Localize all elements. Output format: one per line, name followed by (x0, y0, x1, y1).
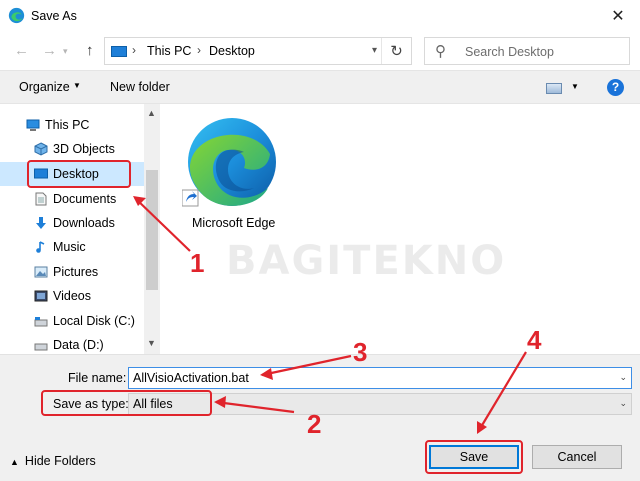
nav-item-data-d[interactable]: Data (D:) (0, 333, 145, 354)
new-folder-button[interactable]: New folder (110, 80, 170, 94)
nav-label: Videos (53, 289, 91, 303)
address-row: ← → ▾ ↑ › This PC › Desktop ▾ ↻ ⚲ Search… (0, 32, 640, 70)
nav-label: Data (D:) (53, 338, 104, 352)
nav-item-videos[interactable]: Videos (0, 284, 145, 308)
breadcrumb-this-pc[interactable]: This PC (147, 44, 191, 58)
help-button[interactable]: ? (607, 79, 624, 96)
annotation-marker-1: 1 (190, 248, 205, 278)
up-arrow-icon[interactable]: ↑ (86, 42, 94, 59)
window-title: Save As (31, 9, 77, 23)
save-button-highlight (425, 440, 523, 474)
refresh-icon: ↻ (390, 43, 403, 60)
address-bar[interactable]: › This PC › Desktop ▾ ↻ (104, 37, 412, 65)
videos-icon (34, 290, 48, 302)
nav-label: Music (53, 240, 86, 254)
file-name-value: AllVisioActivation.bat (133, 371, 249, 385)
annotation-marker-3: 3 (353, 337, 368, 367)
file-name-input[interactable]: AllVisioActivation.bat ⌄ (128, 367, 632, 389)
file-label: Microsoft Edge (192, 216, 276, 230)
search-placeholder: Search Desktop (465, 45, 554, 59)
scroll-up-icon[interactable]: ▲ (147, 108, 156, 118)
nav-item-music[interactable]: Music (0, 235, 145, 259)
navigation-pane: This PC 3D Objects Desktop Documents Dow… (0, 104, 160, 354)
title-bar: Save As ✕ (0, 0, 640, 32)
downloads-icon (36, 217, 46, 229)
file-name-dropdown-icon[interactable]: ⌄ (619, 372, 627, 383)
watermark: BAGITEKNO (226, 238, 507, 284)
music-icon (36, 241, 45, 253)
search-icon: ⚲ (435, 43, 446, 60)
annotation-marker-2: 2 (307, 409, 322, 439)
breadcrumb-desktop[interactable]: Desktop (209, 44, 255, 58)
breadcrumb-chevron-icon[interactable]: › (197, 43, 201, 57)
file-item-microsoft-edge[interactable]: Microsoft Edge (178, 112, 288, 232)
forward-arrow-icon[interactable]: → (42, 42, 57, 59)
drive-icon (34, 343, 48, 351)
documents-icon (35, 192, 47, 206)
nav-item-documents[interactable]: Documents (0, 187, 145, 211)
nav-item-local-disk-c[interactable]: Local Disk (C:) (0, 309, 145, 333)
edge-shortcut-icon (182, 118, 276, 207)
annotation-marker-4: 4 (527, 325, 542, 355)
nav-label: This PC (45, 118, 90, 132)
desktop-highlight (27, 160, 131, 188)
chevron-up-icon: ▲ (10, 457, 19, 467)
nav-item-3d-objects[interactable]: 3D Objects (0, 137, 145, 161)
close-button[interactable]: ✕ (596, 0, 640, 32)
edge-icon (8, 7, 25, 24)
nav-item-this-pc[interactable]: This PC (0, 113, 145, 137)
pictures-icon (34, 266, 48, 278)
breadcrumb-chevron-icon[interactable]: › (132, 43, 136, 57)
save-type-dropdown-icon[interactable]: ⌄ (619, 398, 627, 409)
local-disk-icon (34, 317, 48, 327)
nav-label: Documents (53, 192, 117, 206)
hide-folders-button[interactable]: ▲ Hide Folders (10, 454, 96, 468)
scroll-thumb[interactable] (146, 170, 158, 290)
nav-label: Local Disk (C:) (53, 314, 135, 328)
cancel-button[interactable]: Cancel (532, 445, 622, 469)
nav-label: Downloads (53, 216, 115, 230)
save-type-highlight (41, 390, 212, 416)
refresh-button[interactable]: ↻ (381, 38, 411, 64)
nav-label: Pictures (53, 265, 99, 279)
organize-caret-icon[interactable]: ▼ (73, 81, 81, 90)
address-dropdown-icon[interactable]: ▾ (372, 45, 377, 56)
back-arrow-icon[interactable]: ← (14, 42, 29, 59)
computer-icon (111, 46, 127, 57)
hide-folders-label: Hide Folders (24, 454, 96, 468)
nav-item-pictures[interactable]: Pictures (0, 260, 145, 284)
3d-objects-icon (34, 142, 48, 156)
view-caret-icon[interactable]: ▼ (571, 82, 579, 91)
recent-chevron-icon[interactable]: ▾ (63, 46, 68, 57)
file-list: Microsoft Edge (160, 104, 640, 354)
nav-scrollbar[interactable]: ▲ ▼ (144, 104, 160, 354)
nav-label: 3D Objects (53, 142, 115, 156)
close-icon: ✕ (611, 8, 625, 25)
command-bar: Organize ▼ New folder ▼ ? (0, 70, 640, 104)
file-name-label: File name: (68, 371, 127, 385)
nav-item-downloads[interactable]: Downloads (0, 211, 145, 235)
view-options-icon[interactable] (546, 83, 562, 94)
organize-button[interactable]: Organize (19, 80, 70, 94)
search-box[interactable]: ⚲ Search Desktop (424, 37, 630, 65)
computer-icon (26, 119, 40, 131)
scroll-down-icon[interactable]: ▼ (147, 338, 156, 348)
